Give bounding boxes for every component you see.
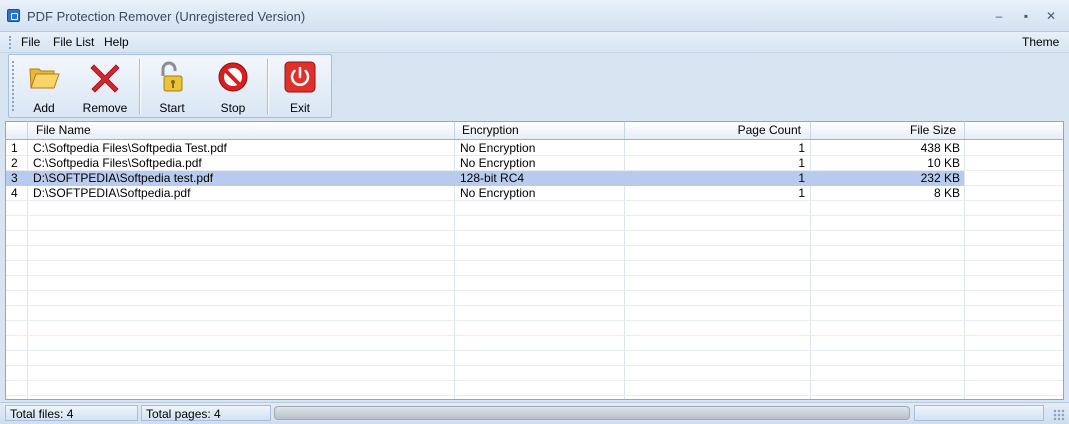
- file-name-cell: C:\Softpedia Files\Softpedia Test.pdf: [33, 141, 227, 155]
- remove-label: Remove: [82, 101, 128, 115]
- grid-header: File Name Encryption Page Count File Siz…: [6, 122, 1063, 140]
- start-button[interactable]: Start: [147, 55, 197, 117]
- table-row-selected[interactable]: 3 D:\SOFTPEDIA\Softpedia test.pdf 128-bi…: [6, 171, 964, 186]
- close-button[interactable]: ✕: [1042, 8, 1060, 24]
- grid-row-line: [6, 260, 1063, 261]
- file-size-cell: 438 KB: [920, 141, 960, 155]
- stop-button[interactable]: Stop: [208, 55, 258, 117]
- menu-help[interactable]: Help: [104, 35, 129, 49]
- grid-row-line: [6, 335, 1063, 336]
- toolbar-grip: [12, 61, 14, 111]
- minimize-button[interactable]: ‒: [990, 8, 1008, 24]
- file-size-cell: 8 KB: [933, 186, 960, 200]
- row-index: 4: [11, 186, 18, 200]
- grid-row-line: [6, 230, 1063, 231]
- toolbar: Add Remove Start Stop Exit: [8, 54, 332, 118]
- window-title: PDF Protection Remover (Unregistered Ver…: [27, 9, 306, 24]
- power-icon: [284, 61, 316, 93]
- grid-row-line: [6, 245, 1063, 246]
- grid-row-line: [6, 215, 1063, 216]
- no-entry-icon: [218, 62, 248, 92]
- status-panel-empty: [914, 405, 1044, 421]
- total-files-status: Total files: 4: [5, 405, 138, 421]
- total-pages-status: Total pages: 4: [141, 405, 271, 421]
- encryption-cell: No Encryption: [460, 141, 536, 155]
- add-label: Add: [33, 101, 55, 115]
- row-index: 3: [11, 171, 18, 185]
- file-size-cell: 232 KB: [920, 171, 960, 185]
- file-name-cell: D:\SOFTPEDIA\Softpedia test.pdf: [33, 171, 214, 185]
- red-x-icon: [90, 64, 120, 93]
- maximize-button[interactable]: ▪: [1017, 8, 1035, 24]
- header-encryption[interactable]: Encryption: [455, 122, 625, 139]
- menu-file-list[interactable]: File List: [53, 35, 94, 49]
- add-button[interactable]: Add: [21, 55, 67, 117]
- encryption-cell: No Encryption: [460, 186, 536, 200]
- start-label: Start: [159, 101, 185, 115]
- header-file-size[interactable]: File Size: [811, 122, 965, 139]
- encryption-cell: 128-bit RC4: [460, 171, 525, 185]
- status-bar: Total files: 4 Total pages: 4: [0, 402, 1069, 424]
- page-count-cell: 1: [798, 141, 805, 155]
- exit-label: Exit: [289, 101, 310, 115]
- page-count-cell: 1: [798, 171, 805, 185]
- grid-row-line: [6, 380, 1063, 381]
- grid-row-line: [6, 290, 1063, 291]
- row-index: 2: [11, 156, 18, 170]
- toolbar-separator: [267, 59, 269, 115]
- unlock-icon: [161, 61, 183, 92]
- grid-row-line: [6, 320, 1063, 321]
- header-index: [6, 122, 28, 139]
- exit-button[interactable]: Exit: [275, 55, 325, 117]
- grid-row-line: [6, 365, 1063, 366]
- grid-row-line: [6, 350, 1063, 351]
- page-count-cell: 1: [798, 186, 805, 200]
- file-list-grid[interactable]: File Name Encryption Page Count File Siz…: [5, 121, 1064, 400]
- toolbar-separator: [139, 59, 141, 115]
- page-count-cell: 1: [798, 156, 805, 170]
- folder-open-icon: [29, 68, 60, 89]
- table-row[interactable]: 2 C:\Softpedia Files\Softpedia.pdf No En…: [6, 156, 1063, 171]
- encryption-cell: No Encryption: [460, 156, 536, 170]
- grid-row-line: [6, 275, 1063, 276]
- file-name-cell: D:\SOFTPEDIA\Softpedia.pdf: [33, 186, 191, 200]
- title-bar: PDF Protection Remover (Unregistered Ver…: [0, 0, 1069, 32]
- progress-bar: [274, 406, 910, 420]
- grid-row-line: [6, 395, 1063, 396]
- resize-grip-icon[interactable]: [1053, 409, 1065, 421]
- grid-row-line: [6, 305, 1063, 306]
- header-file-name[interactable]: File Name: [28, 122, 455, 139]
- menu-bar: File File List Help Theme: [0, 32, 1069, 53]
- table-row[interactable]: 4 D:\SOFTPEDIA\Softpedia.pdf No Encrypti…: [6, 186, 1063, 201]
- remove-button[interactable]: Remove: [79, 55, 131, 117]
- table-row[interactable]: 1 C:\Softpedia Files\Softpedia Test.pdf …: [6, 141, 1063, 156]
- header-page-count[interactable]: Page Count: [625, 122, 811, 139]
- row-index: 1: [11, 141, 18, 155]
- menu-file[interactable]: File: [21, 35, 40, 49]
- file-size-cell: 10 KB: [927, 156, 960, 170]
- menu-grip: [9, 36, 13, 49]
- app-icon: [7, 9, 20, 22]
- menu-theme[interactable]: Theme: [1022, 35, 1059, 49]
- file-name-cell: C:\Softpedia Files\Softpedia.pdf: [33, 156, 202, 170]
- stop-label: Stop: [220, 101, 246, 115]
